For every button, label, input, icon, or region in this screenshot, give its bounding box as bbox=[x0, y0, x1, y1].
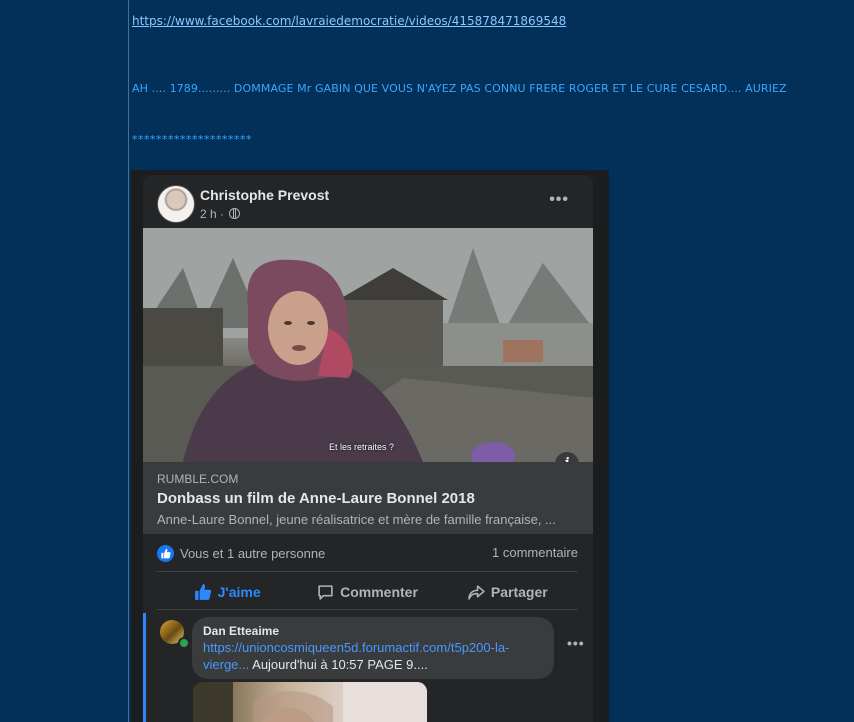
comment-more-icon[interactable]: ••• bbox=[567, 635, 585, 651]
share-label: Partager bbox=[490, 584, 548, 600]
like-reaction-icon bbox=[157, 545, 174, 562]
reactions-summary[interactable]: Vous et 1 autre personne bbox=[157, 545, 325, 562]
online-indicator bbox=[178, 637, 190, 649]
facebook-embed: Christophe Prevost 2 h · ••• Et les retr… bbox=[131, 170, 609, 722]
link-domain: RUMBLE.COM bbox=[157, 472, 239, 486]
video-thumbnail[interactable]: Et les retraites ? bbox=[143, 228, 593, 462]
comment: Dan Etteaime https://unioncosmiqueen5d.f… bbox=[143, 613, 596, 722]
divider-bottom bbox=[157, 609, 578, 610]
facebook-post-card: Christophe Prevost 2 h · ••• Et les retr… bbox=[143, 175, 593, 722]
like-label: J'aime bbox=[217, 584, 261, 600]
author-avatar[interactable] bbox=[157, 185, 195, 223]
divider-top bbox=[157, 571, 578, 572]
more-options-icon[interactable]: ••• bbox=[549, 191, 569, 209]
facebook-video-link[interactable]: https://www.facebook.com/lavraiedemocrat… bbox=[132, 14, 566, 28]
comment-body: Aujourd'hui à 10:57 PAGE 9.... bbox=[249, 657, 428, 672]
link-description: Anne-Laure Bonnel, jeune réalisatrice et… bbox=[157, 512, 556, 527]
comments-count[interactable]: 1 commentaire bbox=[492, 545, 578, 560]
post-message: AH .... 1789......... DOMMAGE Mr GABIN Q… bbox=[132, 82, 787, 95]
post-actions: J'aime Commenter Partager bbox=[157, 575, 578, 609]
commenter-name[interactable]: Dan Etteaime bbox=[203, 624, 279, 638]
share-button[interactable]: Partager bbox=[438, 575, 578, 609]
comment-image[interactable] bbox=[193, 682, 427, 722]
author-name[interactable]: Christophe Prevost bbox=[200, 187, 329, 203]
left-divider-line bbox=[128, 0, 129, 722]
video-scene bbox=[143, 228, 593, 462]
globe-icon bbox=[229, 208, 241, 219]
like-button[interactable]: J'aime bbox=[157, 575, 297, 609]
link-preview[interactable]: RUMBLE.COM Donbass un film de Anne-Laure… bbox=[143, 462, 593, 534]
link-title: Donbass un film de Anne-Laure Bonnel 201… bbox=[157, 490, 475, 507]
comment-bubble: Dan Etteaime https://unioncosmiqueen5d.f… bbox=[192, 617, 554, 679]
reactions-text: Vous et 1 autre personne bbox=[180, 546, 326, 561]
comment-label: Commenter bbox=[340, 584, 418, 600]
post-time-text: 2 h · bbox=[200, 207, 225, 221]
video-subtitle: Et les retraites ? bbox=[329, 442, 395, 452]
comment-text: https://unioncosmiqueen5d.forumactif.com… bbox=[203, 639, 543, 673]
comment-image-scene bbox=[193, 682, 427, 722]
post-time[interactable]: 2 h · bbox=[200, 207, 241, 221]
separator-stars: ******************** bbox=[132, 133, 252, 146]
share-icon bbox=[468, 584, 485, 600]
comment-icon bbox=[318, 584, 333, 600]
like-icon bbox=[194, 584, 211, 600]
comment-button[interactable]: Commenter bbox=[297, 575, 437, 609]
